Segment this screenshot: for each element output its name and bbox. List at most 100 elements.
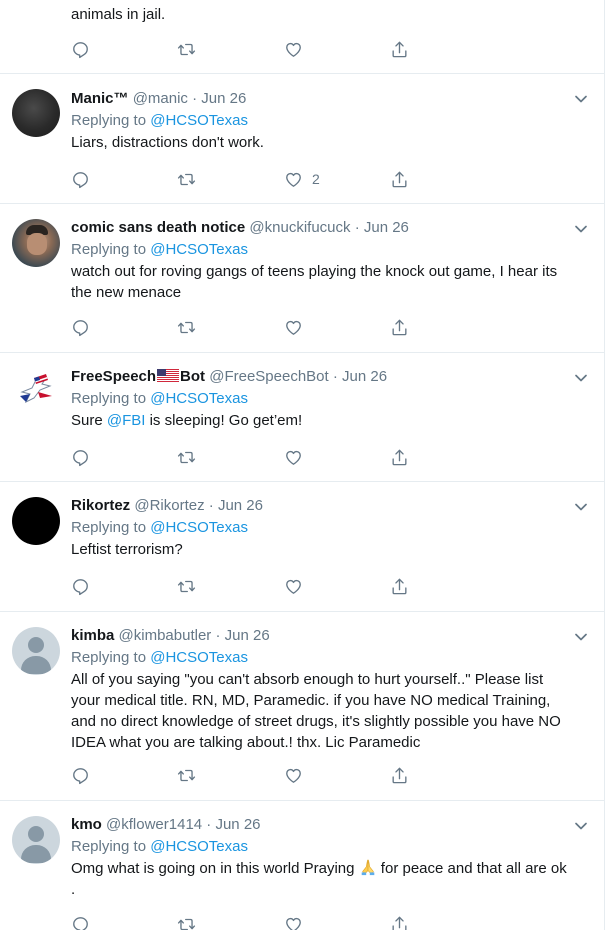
tweet-date[interactable]: Jun 26 bbox=[218, 497, 263, 514]
retweet-button[interactable] bbox=[177, 316, 196, 338]
separator: · bbox=[206, 816, 212, 833]
reply-mention-link[interactable]: @HCSOTexas bbox=[150, 112, 248, 129]
tweet[interactable]: Manic™ @manic · Jun 26 Replying to @HCSO… bbox=[0, 74, 605, 204]
user-handle[interactable]: @knuckifucuck bbox=[249, 219, 350, 236]
tweet[interactable]: kmo @kflower1414 · Jun 26 Replying to @H… bbox=[0, 801, 605, 930]
like-button[interactable] bbox=[284, 316, 303, 338]
separator: · bbox=[215, 627, 221, 644]
like-button[interactable] bbox=[284, 38, 303, 60]
reply-mention-link[interactable]: @HCSOTexas bbox=[150, 390, 248, 407]
tweet-date[interactable]: Jun 26 bbox=[215, 816, 260, 833]
tweet-text-line: the new menace bbox=[71, 284, 182, 301]
share-icon bbox=[392, 916, 407, 930]
share-icon bbox=[392, 449, 407, 465]
tweet-text-part: is sleeping! Go get’em! bbox=[145, 412, 303, 429]
like-icon bbox=[286, 579, 301, 594]
share-button[interactable] bbox=[390, 316, 409, 338]
tweet-text-line: your medical title. RN, MD, Paramedic. i… bbox=[71, 692, 551, 709]
reply-mention-link[interactable]: @HCSOTexas bbox=[150, 649, 248, 666]
tweet-text: Leftist terrorism? bbox=[71, 541, 183, 558]
like-button[interactable] bbox=[284, 764, 303, 786]
like-button[interactable] bbox=[284, 913, 303, 930]
tweet-date[interactable]: Jun 26 bbox=[201, 90, 246, 107]
user-name[interactable]: kimba bbox=[71, 627, 114, 644]
reply-mention-link[interactable]: @HCSOTexas bbox=[150, 838, 248, 855]
reply-icon bbox=[73, 578, 88, 595]
tweet-actions: 2 bbox=[71, 168, 411, 190]
user-name[interactable]: comic sans death notice bbox=[71, 219, 245, 236]
share-button[interactable] bbox=[390, 446, 409, 468]
share-button[interactable] bbox=[390, 764, 409, 786]
tweet-date[interactable]: Jun 26 bbox=[364, 219, 409, 236]
reply-button[interactable] bbox=[71, 168, 90, 190]
like-button[interactable] bbox=[284, 575, 303, 597]
retweet-icon bbox=[177, 43, 196, 55]
like-icon bbox=[286, 768, 301, 783]
user-name[interactable]: kmo bbox=[71, 816, 102, 833]
user-name[interactable]: Manic™ bbox=[71, 90, 129, 107]
reply-button[interactable] bbox=[71, 316, 90, 338]
tweet-text: Sure @FBI is sleeping! Go get’em! bbox=[71, 410, 584, 431]
user-name[interactable]: Rikortez bbox=[71, 497, 130, 514]
share-icon bbox=[392, 767, 407, 783]
tweet-actions bbox=[71, 575, 411, 597]
retweet-button[interactable] bbox=[177, 168, 196, 190]
reply-button[interactable] bbox=[71, 913, 90, 930]
avatar[interactable] bbox=[12, 627, 60, 675]
reply-button[interactable] bbox=[71, 446, 90, 468]
like-button[interactable] bbox=[284, 446, 303, 468]
user-handle[interactable]: @Rikortez bbox=[134, 497, 204, 514]
separator: · bbox=[192, 90, 198, 107]
avatar[interactable] bbox=[12, 368, 60, 416]
tweet[interactable]: Rikortez @Rikortez · Jun 26 Replying to … bbox=[0, 482, 605, 612]
avatar[interactable] bbox=[12, 497, 60, 545]
reply-button[interactable] bbox=[71, 764, 90, 786]
tweet-date[interactable]: Jun 26 bbox=[225, 627, 270, 644]
user-handle[interactable]: @kflower1414 bbox=[106, 816, 202, 833]
tweet-text: Liars, distractions don't work. bbox=[71, 134, 264, 151]
replying-to-label: Replying to bbox=[71, 838, 147, 855]
share-button[interactable] bbox=[390, 913, 409, 930]
reply-icon bbox=[73, 171, 88, 188]
praying-hands-icon bbox=[361, 859, 374, 876]
replying-to-label: Replying to bbox=[71, 390, 147, 407]
tweet[interactable]: kimba @kimbabutler · Jun 26 Replying to … bbox=[0, 612, 605, 801]
user-handle[interactable]: @FreeSpeechBot bbox=[209, 368, 328, 385]
share-button[interactable] bbox=[390, 168, 409, 190]
user-handle[interactable]: @manic bbox=[133, 90, 188, 107]
tweet-text: Omg what is going on in this world Prayi… bbox=[71, 858, 584, 900]
tweet-text-line: All of you saying "you can't absorb enou… bbox=[71, 671, 544, 688]
user-handle[interactable]: @kimbabutler bbox=[119, 627, 212, 644]
replying-to-label: Replying to bbox=[71, 241, 147, 258]
reply-button[interactable] bbox=[71, 575, 90, 597]
separator: · bbox=[208, 497, 214, 514]
like-button[interactable]: 2 bbox=[284, 168, 320, 190]
retweet-icon bbox=[177, 580, 196, 592]
user-name[interactable]: FreeSpeech Bot bbox=[71, 368, 205, 385]
share-button[interactable] bbox=[390, 575, 409, 597]
share-button[interactable] bbox=[390, 38, 409, 60]
tweet-text-part: Sure bbox=[71, 412, 107, 429]
share-icon bbox=[392, 319, 407, 335]
mention-link[interactable]: @FBI bbox=[107, 412, 146, 429]
reply-icon bbox=[73, 916, 88, 930]
replying-to-label: Replying to bbox=[71, 519, 147, 536]
retweet-button[interactable] bbox=[177, 38, 196, 60]
reply-mention-link[interactable]: @HCSOTexas bbox=[150, 519, 248, 536]
retweet-button[interactable] bbox=[177, 446, 196, 468]
retweet-button[interactable] bbox=[177, 575, 196, 597]
tweet-date[interactable]: Jun 26 bbox=[342, 368, 387, 385]
retweet-button[interactable] bbox=[177, 764, 196, 786]
avatar[interactable] bbox=[12, 89, 60, 137]
avatar[interactable] bbox=[12, 816, 60, 864]
tweet[interactable]: comic sans death notice @knuckifucuck · … bbox=[0, 204, 605, 353]
avatar[interactable] bbox=[12, 219, 60, 267]
replying-to-label: Replying to bbox=[71, 112, 147, 129]
retweet-icon bbox=[177, 918, 196, 930]
reply-mention-link[interactable]: @HCSOTexas bbox=[150, 241, 248, 258]
reply-button[interactable] bbox=[71, 38, 90, 60]
tweet[interactable]: FreeSpeech Bot @FreeSpeechBot · Jun 26 Re… bbox=[0, 353, 605, 482]
user-name-part: FreeSpeech bbox=[71, 368, 157, 385]
retweet-button[interactable] bbox=[177, 913, 196, 930]
tweet-partial[interactable]: animals in jail. bbox=[0, 0, 605, 74]
